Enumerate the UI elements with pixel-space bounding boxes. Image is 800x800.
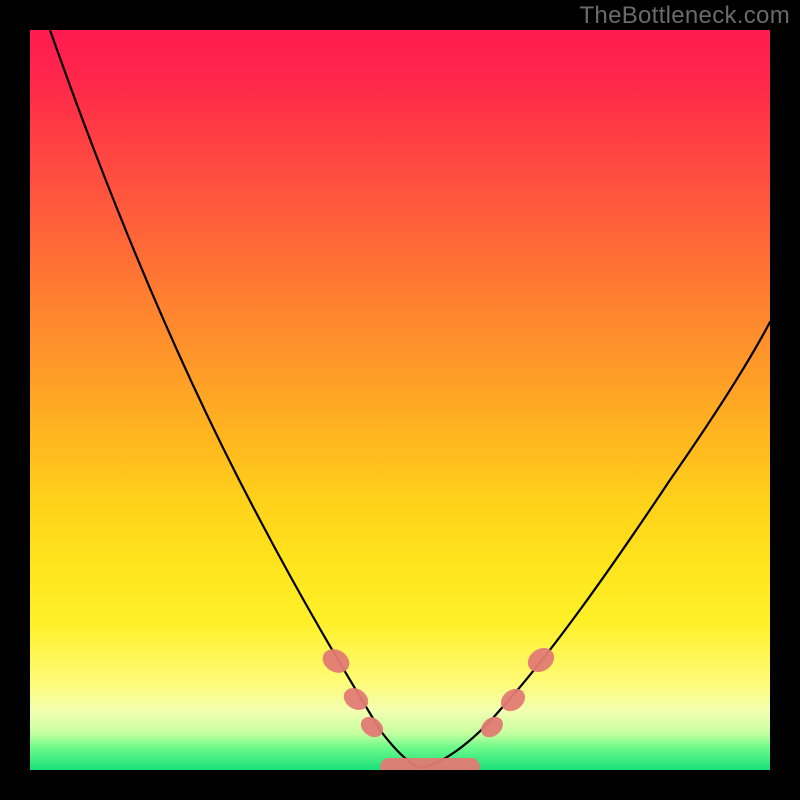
chart-frame: TheBottleneck.com	[0, 0, 800, 800]
plot-area	[30, 30, 770, 770]
left-curve	[50, 30, 420, 768]
beads-right	[477, 643, 559, 741]
beads-left	[318, 644, 387, 741]
bottom-capsule	[380, 758, 480, 770]
curve-layer	[30, 30, 770, 770]
right-curve	[420, 322, 770, 768]
watermark-text: TheBottleneck.com	[579, 2, 790, 30]
